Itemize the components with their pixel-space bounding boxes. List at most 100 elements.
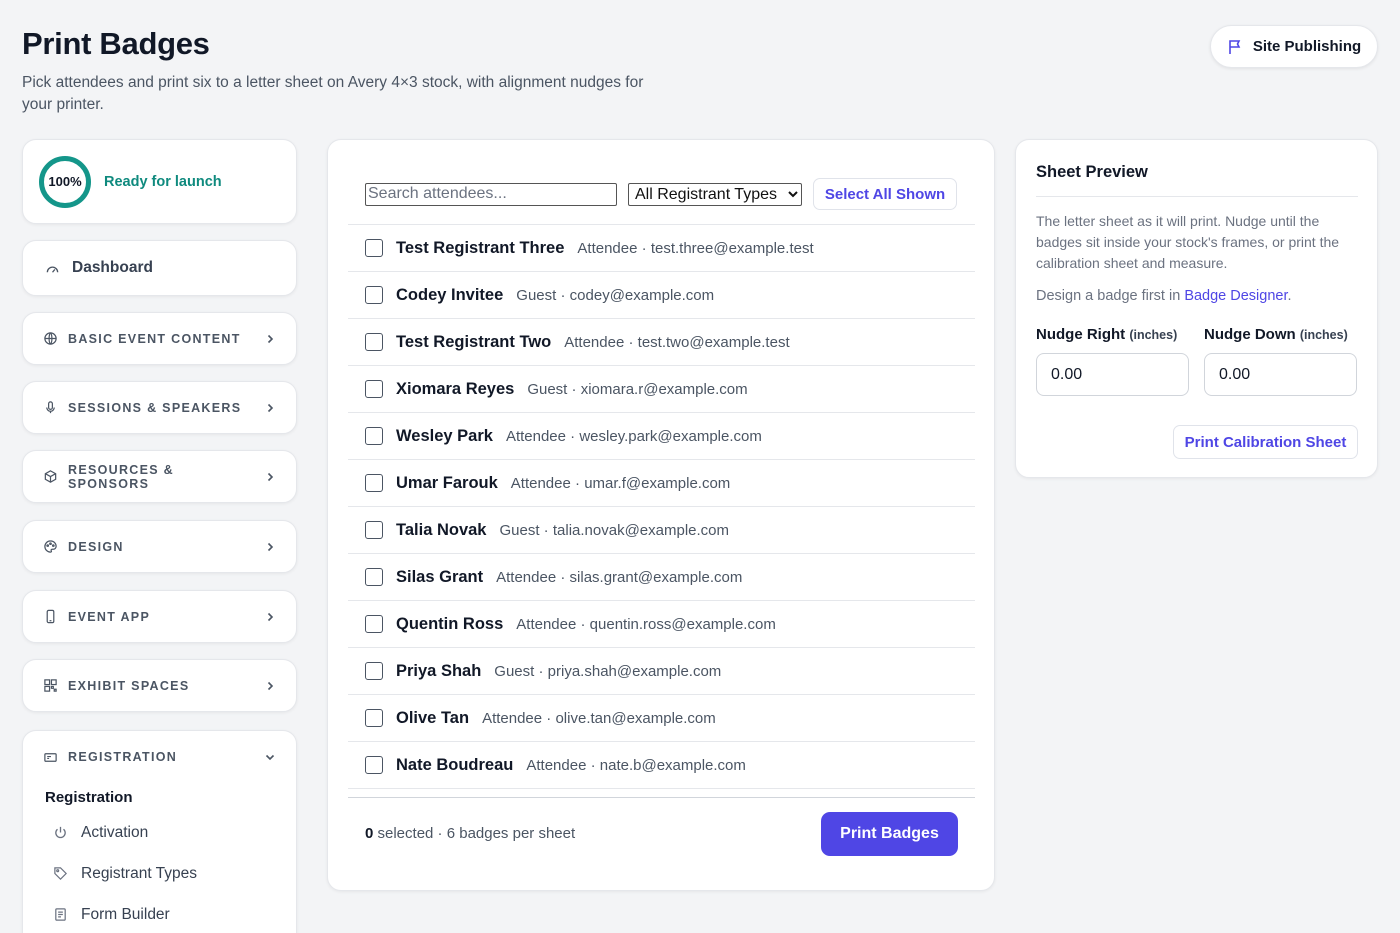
site-publishing-label: Site Publishing (1252, 38, 1362, 55)
attendee-name: Umar Farouk (396, 473, 498, 492)
attendee-type: Guest (527, 380, 568, 398)
print-calibration-sheet-button[interactable]: Print Calibration Sheet (1173, 425, 1358, 459)
sidebar-item-event-app[interactable]: EVENT APP (22, 590, 297, 643)
nudge-down-label-text: Nudge Down (1204, 326, 1296, 343)
attendee-email: codey@example.com (569, 286, 715, 304)
sidebar-item-sessions-speakers[interactable]: SESSIONS & SPEAKERS (22, 381, 297, 434)
chevron-right-icon (267, 681, 274, 690)
attendee-row: Test Registrant Two Attendee · test.two@e… (348, 319, 975, 366)
power-icon (53, 825, 68, 840)
sidebar-item-basic-event-content[interactable]: BASIC EVENT CONTENT (22, 312, 297, 365)
print-badges-button[interactable]: Print Badges (821, 812, 958, 856)
attendee-name: Nate Boudreau (396, 755, 514, 774)
globe-icon (43, 331, 58, 346)
registrant-type-filter[interactable]: All Registrant Types (628, 182, 802, 206)
nudge-down-unit: (inches) (1299, 328, 1348, 342)
sidebar-subitem-activation[interactable]: Activation (23, 812, 296, 853)
sidebar-subitem-label: Registrant Types (81, 864, 198, 882)
attendee-panel: All Registrant Types Select All Shown Te… (327, 139, 995, 891)
attendee-name: Wesley Park (396, 426, 493, 445)
sidebar-item-registration[interactable]: REGISTRATION (23, 731, 296, 783)
sidebar-item-label: REGISTRATION (68, 750, 178, 764)
sidebar-item-label: Dashboard (72, 259, 153, 276)
divider (1036, 196, 1358, 197)
ticket-icon (43, 750, 58, 765)
attendee-meta: Attendee · test.two@example.test (564, 334, 789, 351)
attendee-email: wesley.park@example.com (579, 427, 762, 445)
sidebar-item-label: SESSIONS & SPEAKERS (68, 400, 242, 415)
grid-icon (43, 678, 58, 693)
attendee-meta: Attendee · nate.b@example.com (526, 757, 746, 774)
attendee-meta: Attendee · wesley.park@example.com (506, 428, 762, 445)
launch-percent: 100% (48, 174, 82, 189)
sidebar-item-exhibit-spaces[interactable]: EXHIBIT SPACES (22, 659, 297, 712)
attendee-type: Attendee (496, 568, 557, 586)
sheet-preview-description: The letter sheet as it will print. Nudge… (1036, 213, 1340, 271)
attendee-type: Guest (494, 662, 535, 680)
sidebar-subitem-form-builder[interactable]: Form Builder (23, 894, 296, 933)
attendee-email: nate.b@example.com (599, 756, 746, 774)
attendee-checkbox[interactable] (365, 427, 383, 445)
select-all-shown-button[interactable]: Select All Shown (813, 178, 957, 210)
note-text: Design a badge first in (1036, 288, 1185, 304)
box-icon (43, 469, 58, 484)
attendee-checkbox[interactable] (365, 333, 383, 351)
attendee-row: Wesley Park Attendee · wesley.park@exampl… (348, 413, 975, 460)
selection-summary-text: selected · 6 badges per sheet (373, 825, 576, 842)
attendee-checkbox[interactable] (365, 380, 383, 398)
attendee-type: Attendee (510, 474, 571, 492)
attendee-checkbox[interactable] (365, 474, 383, 492)
attendee-name: Olive Tan (396, 708, 470, 727)
attendee-row: Priya Shah Guest · priya.shah@example.com (348, 648, 975, 695)
launch-progress-ring: 100% (39, 155, 91, 208)
attendee-row: Silas Grant Attendee · silas.grant@exampl… (348, 554, 975, 601)
badge-designer-link[interactable]: Badge Designer (1184, 288, 1287, 304)
nudge-right-input[interactable] (1036, 353, 1189, 396)
sidebar-item-dashboard[interactable]: Dashboard (22, 240, 297, 296)
launch-status-text: Ready for launch (104, 173, 222, 190)
attendee-row: Quentin Ross Attendee · quentin.ross@exam… (348, 601, 975, 648)
attendee-checkbox[interactable] (365, 239, 383, 257)
meta-separator: · (567, 380, 581, 398)
nudge-down-label: Nudge Down (inches) (1204, 326, 1348, 343)
attendee-email: silas.grant@example.com (569, 568, 743, 586)
attendee-type: Attendee (577, 239, 638, 257)
attendee-row: Talia Novak Guest · talia.novak@example.c… (348, 507, 975, 554)
sidebar-item-label: DESIGN (68, 539, 124, 554)
palette-icon (43, 539, 58, 554)
chevron-right-icon (267, 612, 274, 621)
attendee-checkbox[interactable] (365, 709, 383, 727)
sidebar-item-label: EXHIBIT SPACES (68, 678, 190, 693)
attendee-checkbox[interactable] (365, 568, 383, 586)
meta-separator: · (542, 709, 556, 727)
attendee-checkbox[interactable] (365, 756, 383, 774)
meta-separator: · (539, 521, 553, 539)
tag-icon (53, 866, 68, 881)
nudge-down-input[interactable] (1204, 353, 1357, 396)
sidebar-item-label: EVENT APP (68, 609, 151, 624)
attendee-email: test.three@example.test (650, 239, 814, 257)
attendee-checkbox[interactable] (365, 521, 383, 539)
note-text: . (1287, 288, 1292, 304)
site-publishing-button[interactable]: Site Publishing (1210, 25, 1378, 68)
sidebar-item-resources-sponsors[interactable]: RESOURCES & SPONSORS (22, 450, 297, 503)
attendee-meta: Guest · codey@example.com (516, 287, 714, 304)
attendee-meta: Attendee · olive.tan@example.com (482, 710, 716, 727)
attendee-toolbar: All Registrant Types Select All Shown (365, 178, 957, 210)
sheet-preview-panel: Sheet Preview The letter sheet as it wil… (1015, 139, 1378, 478)
sidebar-subitem-label: Form Builder (81, 905, 170, 923)
attendee-checkbox[interactable] (365, 615, 383, 633)
sidebar-item-design[interactable]: DESIGN (22, 520, 297, 573)
attendee-type: Attendee (516, 615, 577, 633)
meta-separator: · (556, 286, 570, 304)
phone-icon (43, 609, 58, 624)
attendee-name: Xiomara Reyes (396, 379, 515, 398)
search-input[interactable] (365, 182, 617, 206)
sheet-preview-title: Sheet Preview (1036, 163, 1148, 181)
sidebar-subitem-registrant-types[interactable]: Registrant Types (23, 853, 296, 894)
attendee-checkbox[interactable] (365, 286, 383, 304)
chevron-right-icon (267, 334, 274, 343)
list-divider (348, 797, 975, 798)
attendee-name: Test Registrant Two (396, 332, 552, 351)
attendee-checkbox[interactable] (365, 662, 383, 680)
